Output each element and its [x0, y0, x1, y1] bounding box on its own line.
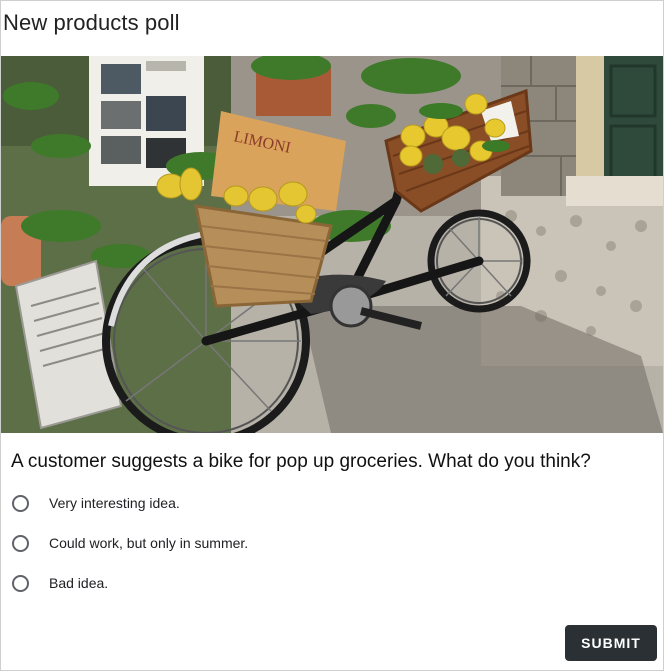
option-label: Could work, but only in summer.	[49, 535, 249, 551]
poll-card: New products poll LIMONI A customer sugg…	[0, 0, 664, 671]
option-label: Very interesting idea.	[49, 495, 180, 511]
radio-button[interactable]	[12, 534, 29, 552]
submit-button[interactable]: SUBMIT	[565, 625, 657, 661]
poll-option-summer-only[interactable]: Could work, but only in summer.	[12, 531, 248, 555]
radio-button[interactable]	[12, 574, 29, 592]
poll-photo: LIMONI	[1, 56, 663, 433]
bicycle-lemons-illustration: LIMONI	[1, 56, 663, 433]
poll-options: Very interesting idea. Could work, but o…	[12, 491, 248, 611]
poll-title: New products poll	[3, 10, 180, 35]
poll-question: A customer suggests a bike for pop up gr…	[11, 451, 591, 472]
option-label: Bad idea.	[49, 575, 109, 591]
poll-option-very-interesting[interactable]: Very interesting idea.	[12, 491, 248, 515]
radio-button[interactable]	[12, 494, 29, 512]
poll-option-bad-idea[interactable]: Bad idea.	[12, 571, 248, 595]
